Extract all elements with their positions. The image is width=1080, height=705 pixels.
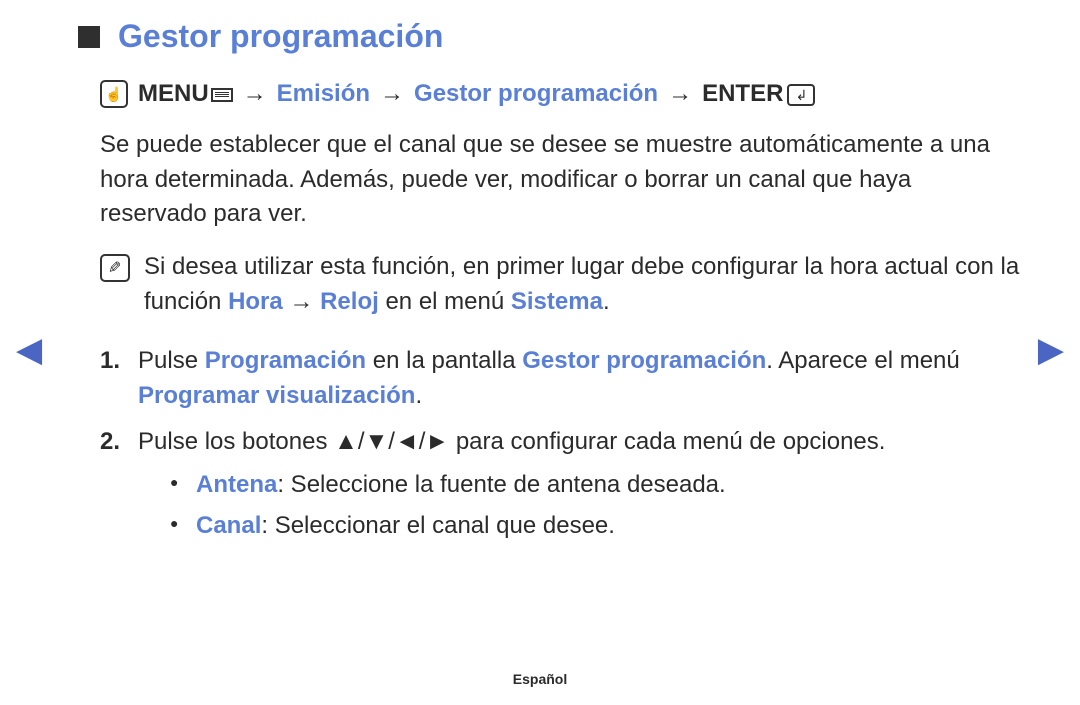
bullet-antena: Antena: Seleccione la fuente de antena d… xyxy=(170,468,1020,503)
page-title: Gestor programación xyxy=(118,18,443,55)
enter-icon: ↲ xyxy=(787,84,815,106)
note-icon xyxy=(100,254,130,282)
gestor-label: Gestor programación xyxy=(522,347,766,374)
bullet-canal: Canal: Seleccionar el canal que desee. xyxy=(170,509,1020,544)
arrow-keys-icon: ▲/▼/◄/► xyxy=(334,428,449,455)
hand-icon: ☝ xyxy=(100,80,128,108)
arrow-right-icon: → xyxy=(668,77,692,112)
sistema-label: Sistema xyxy=(511,288,603,315)
programar-visualizacion-label: Programar visualización xyxy=(138,382,415,409)
hora-label: Hora xyxy=(228,288,283,315)
note-block: Si desea utilizar esta función, en prime… xyxy=(100,250,1020,320)
programacion-label: Programación xyxy=(205,347,366,374)
step-2: Pulse los botones ▲/▼/◄/► para configura… xyxy=(100,425,1020,543)
arrow-right-icon: → xyxy=(243,77,267,112)
reloj-label: Reloj xyxy=(320,288,379,315)
breadcrumb: ☝ MENU → Emisión → Gestor programación →… xyxy=(100,77,1020,112)
note-text: Si desea utilizar esta función, en prime… xyxy=(144,250,1020,320)
enter-label: ENTER↲ xyxy=(702,77,815,112)
prev-page-button[interactable]: ◀ xyxy=(16,330,42,370)
crumb-emision: Emisión xyxy=(277,77,370,112)
crumb-gestor: Gestor programación xyxy=(414,77,658,112)
section-bullet-icon xyxy=(78,26,100,48)
intro-paragraph: Se puede establecer que el canal que se … xyxy=(100,128,1020,232)
canal-label: Canal xyxy=(196,512,261,539)
menu-label: MENU xyxy=(138,77,233,112)
step-1: Pulse Programación en la pantalla Gestor… xyxy=(100,344,1020,414)
arrow-right-icon: → xyxy=(380,77,404,112)
next-page-button[interactable]: ▶ xyxy=(1038,330,1064,370)
menu-icon xyxy=(211,88,233,102)
antena-label: Antena xyxy=(196,471,277,498)
page-language-label: Español xyxy=(0,671,1080,687)
